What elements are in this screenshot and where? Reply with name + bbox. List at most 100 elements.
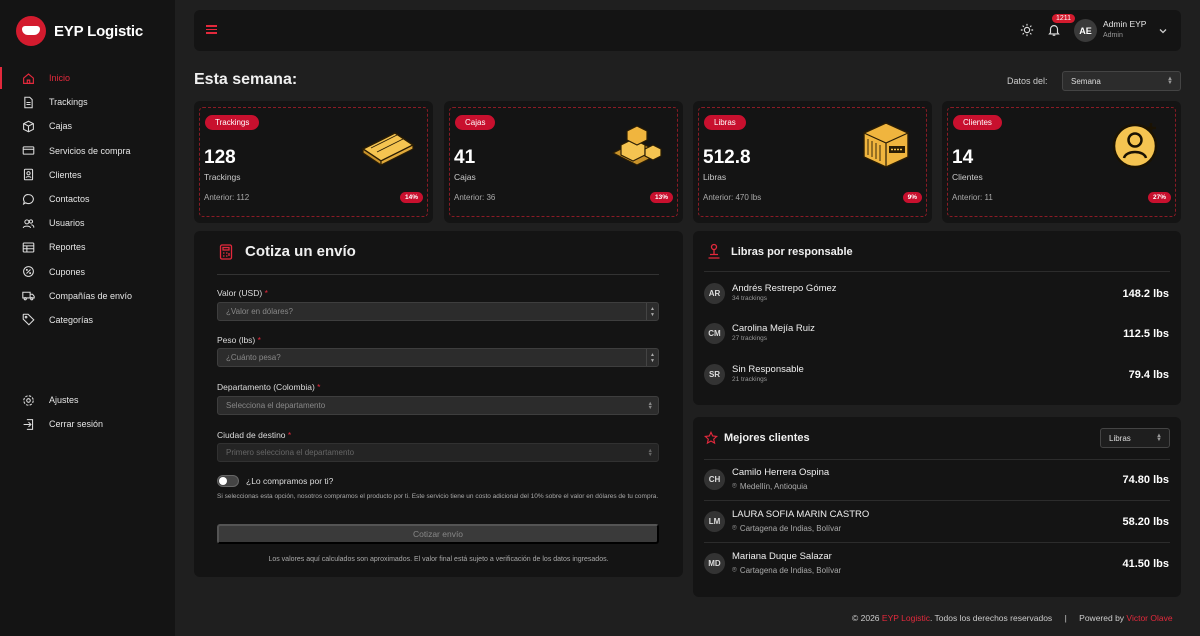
valor-input[interactable]: ¿Valor en dólares? ▲ ▼ [217, 302, 659, 321]
sidebar-item-label: Inicio [49, 73, 71, 84]
table-icon [22, 241, 35, 254]
period-select-value: Semana [1071, 76, 1101, 86]
sidebar-item-ajustes[interactable]: Ajustes [0, 388, 175, 412]
buy-for-you-toggle[interactable] [217, 475, 239, 487]
period-select[interactable]: Semana ▲ ▼ [1062, 71, 1181, 91]
topbar: 1211 AE Admin EYP Admin [194, 10, 1181, 51]
stat-label: Cajas [454, 172, 476, 182]
cliente-value: 58.20 lbs [1122, 516, 1169, 528]
stat-label: Libras [703, 172, 727, 182]
cliente-name: Camilo Herrera Ospina [732, 467, 830, 478]
cargo-container-icon [863, 122, 909, 168]
sidebar-item-companias[interactable]: Compañías de envío [0, 284, 175, 308]
sidebar-item-trackings[interactable]: Trackings [0, 90, 175, 114]
clientes-filter-select[interactable]: Libras ▲ ▼ [1100, 428, 1170, 448]
menu-toggle-icon[interactable] [206, 25, 217, 34]
quote-title: Cotiza un envío [245, 243, 356, 260]
add-user-icon [1112, 123, 1158, 169]
box-icon [22, 120, 35, 133]
sidebar-item-servicios[interactable]: Servicios de compra [0, 139, 175, 163]
ticket-icon [22, 265, 35, 278]
divider [704, 542, 1170, 543]
sidebar-item-cerrar-sesion[interactable]: Cerrar sesión [0, 412, 175, 436]
stat-value: 14 [952, 147, 974, 168]
stat-previous: Anterior: 470 lbs [703, 193, 762, 202]
responsable-name: Andrés Restrepo Gómez [732, 283, 837, 294]
divider [704, 271, 1170, 272]
location-pin-icon: ⌾ [732, 523, 737, 532]
chat-icon [22, 193, 35, 206]
mejores-clientes-title: Mejores clientes [724, 432, 810, 444]
responsable-trackings: 34 trackings [732, 295, 768, 302]
sidebar-bottom-nav: Ajustes Cerrar sesión [0, 388, 175, 436]
stat-value: 41 [454, 147, 476, 168]
bell-icon[interactable] [1047, 23, 1061, 42]
cotizar-button[interactable]: Cotizar envío [217, 524, 659, 544]
stat-label: Clientes [952, 172, 983, 182]
stat-card-cajas: Cajas 41 Cajas Anterior: 36 13% [444, 101, 683, 223]
responsables-title: Libras por responsable [731, 246, 853, 258]
sidebar-item-contactos[interactable]: Contactos [0, 187, 175, 211]
field-label-departamento: Departamento (Colombia) * [217, 382, 321, 392]
brand[interactable]: EYP Logistic [16, 16, 143, 46]
gear-icon [22, 394, 35, 407]
avatar: SR [704, 364, 725, 385]
sidebar-nav: Inicio Trackings Cajas Servicios de comp… [0, 66, 175, 332]
footer-author-link[interactable]: Victor Olave [1126, 613, 1172, 623]
sidebar-item-reportes[interactable]: Reportes [0, 235, 175, 259]
departamento-select[interactable]: Selecciona el departamento ▲ ▼ [217, 396, 659, 415]
stat-card-clientes: Clientes 14 Clientes Anterior: 11 27% [942, 101, 1181, 223]
logo-icon [16, 16, 46, 46]
stat-pill: Clientes [953, 115, 1002, 130]
theme-toggle-icon[interactable] [1020, 23, 1034, 42]
sidebar-item-cajas[interactable]: Cajas [0, 114, 175, 138]
number-stepper[interactable]: ▲ ▼ [646, 303, 658, 320]
sidebar-item-categorias[interactable]: Categorías [0, 308, 175, 332]
chevron-down-icon[interactable] [1158, 23, 1168, 41]
ciudad-select[interactable]: Primero selecciona el departamento ▲ ▼ [217, 443, 659, 462]
cliente-name: LAURA SOFIA MARIN CASTRO [732, 509, 870, 520]
stat-change-badge: 9% [902, 192, 922, 203]
cliente-location: ⌾ Medellín, Antioquia [732, 481, 808, 491]
field-label-ciudad: Ciudad de destino * [217, 430, 292, 440]
sidebar-item-cupones[interactable]: Cupones [0, 260, 175, 284]
avatar: CM [704, 323, 725, 344]
home-icon [22, 72, 35, 85]
stat-change-badge: 13% [649, 192, 673, 203]
calculator-icon [219, 244, 233, 265]
stat-pill: Trackings [205, 115, 260, 130]
sidebar-item-label: Ajustes [49, 395, 79, 406]
footer-brand-link[interactable]: EYP Logistic [882, 613, 930, 623]
tag-icon [22, 313, 35, 326]
sidebar-item-usuarios[interactable]: Usuarios [0, 211, 175, 235]
stat-value: 512.8 [703, 147, 751, 168]
sidebar-item-label: Clientes [49, 169, 82, 180]
sidebar: EYP Logistic Inicio Trackings Cajas Serv… [0, 0, 175, 636]
select-arrows-icon: ▲ ▼ [1156, 433, 1162, 443]
footer: © 2026 EYP Logistic. Todos los derechos … [852, 613, 1173, 623]
peso-input[interactable]: ¿Cuánto pesa? ▲ ▼ [217, 348, 659, 367]
brand-name: EYP Logistic [54, 22, 144, 40]
sidebar-item-inicio[interactable]: Inicio [0, 66, 175, 90]
responsable-trackings: 27 trackings [732, 335, 768, 342]
stat-change-badge: 14% [399, 192, 423, 203]
user-name[interactable]: Admin EYP [1103, 19, 1146, 29]
stat-card-libras: Libras 512.8 Libras Anterior: 470 lbs 9% [693, 101, 932, 223]
responsible-icon [707, 243, 721, 264]
responsable-name: Carolina Mejía Ruiz [732, 323, 815, 334]
divider [704, 459, 1170, 460]
cliente-value: 41.50 lbs [1122, 558, 1169, 570]
logout-icon [22, 418, 35, 431]
truck-icon [22, 289, 35, 302]
footer-separator: | [1064, 613, 1067, 623]
sidebar-item-clientes[interactable]: Clientes [0, 163, 175, 187]
document-icon [22, 96, 35, 109]
input-placeholder: ¿Cuánto pesa? [226, 353, 281, 362]
stat-change-badge: 27% [1147, 192, 1171, 203]
stat-value: 128 [204, 147, 236, 168]
cliente-location: ⌾ Cartagena de Indias, Bolívar [732, 523, 842, 533]
avatar[interactable]: AE [1074, 19, 1097, 42]
responsable-value: 79.4 lbs [1128, 369, 1169, 381]
number-stepper[interactable]: ▲ ▼ [646, 349, 658, 366]
stat-pill: Cajas [455, 115, 496, 130]
